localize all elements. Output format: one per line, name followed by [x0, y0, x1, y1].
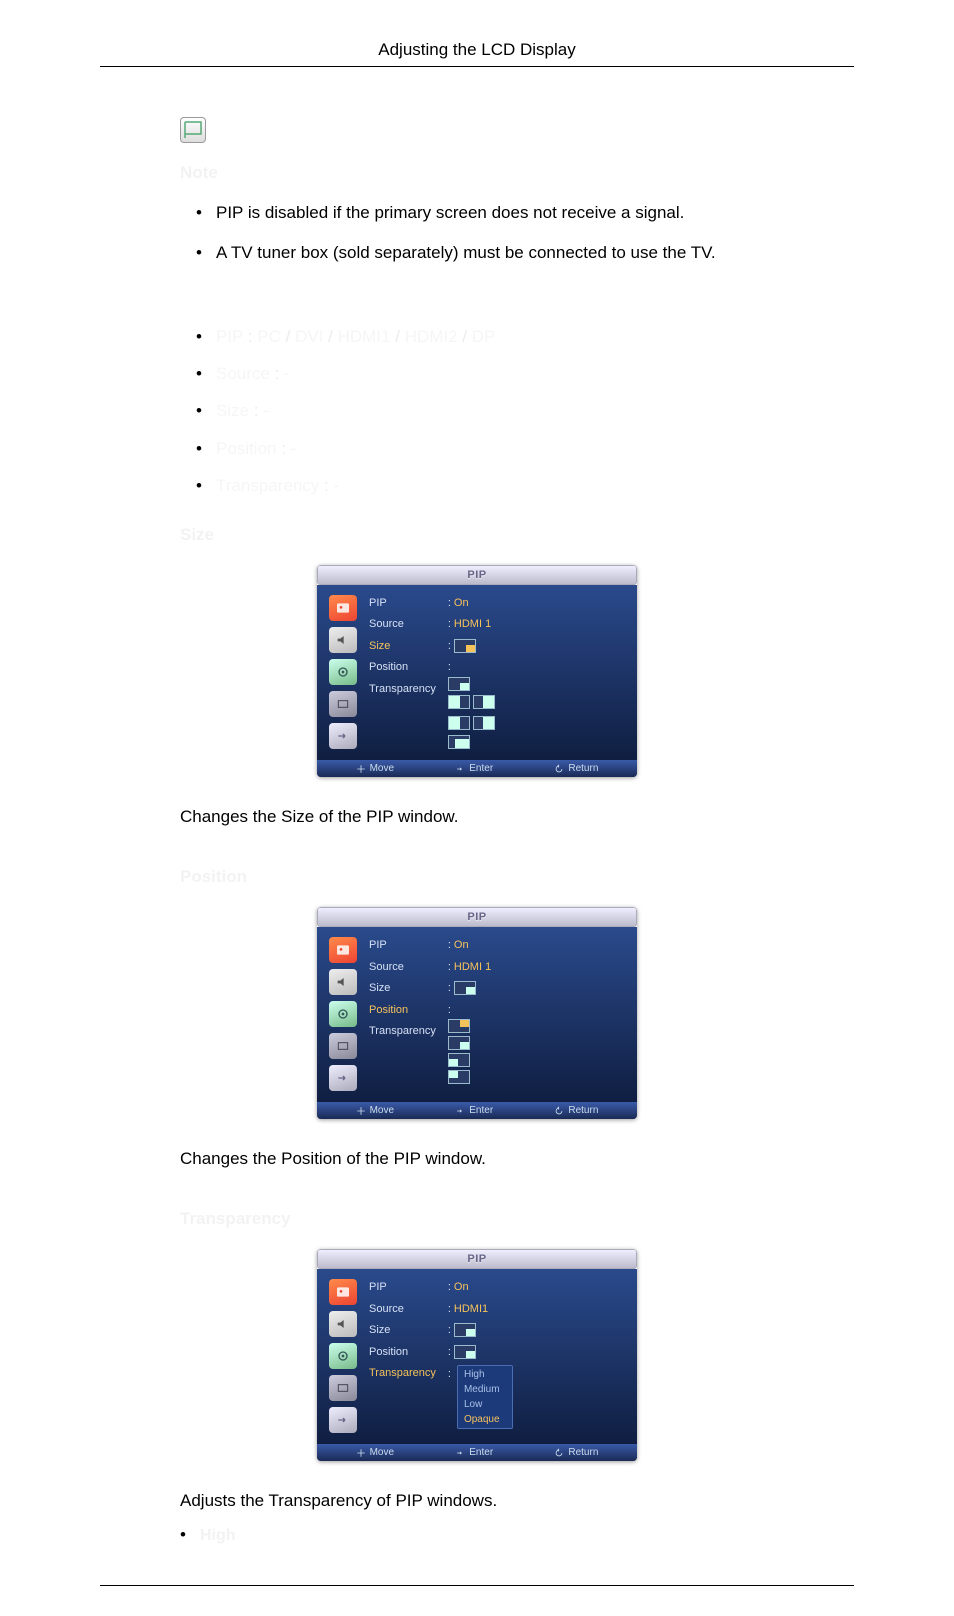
osd-sidebar [329, 595, 357, 750]
position-heading: Position [180, 867, 774, 887]
osd-value-source: :HDMI 1 [448, 616, 495, 634]
picture-icon [329, 937, 357, 963]
osd-sidebar [329, 937, 357, 1091]
note-list: PIP is disabled if the primary screen do… [180, 197, 774, 278]
osd-label-position: Position [369, 1002, 436, 1020]
move-hint: Move [356, 1105, 394, 1116]
note-heading: Note [180, 163, 774, 183]
size-desc: Changes the Size of the PIP window. [180, 807, 774, 827]
ghost-spec-list: PIP : PC / DVI / HDMI1 / HDMI2 / DP Sour… [180, 318, 774, 505]
osd-footer: Move Enter Return [317, 1102, 637, 1119]
note-item: PIP is disabled if the primary screen do… [196, 197, 774, 229]
enter-hint: Enter [455, 1447, 493, 1458]
osd-label-source: Source [369, 1301, 436, 1319]
transparency-option-list: High [180, 1525, 774, 1545]
move-hint: Move [356, 763, 394, 774]
settings-icon [329, 659, 357, 685]
sound-icon [329, 1311, 357, 1337]
osd-label-source: Source [369, 959, 436, 977]
transparency-heading: Transparency [180, 1209, 774, 1229]
osd-value-position: : [448, 1344, 513, 1362]
sound-icon [329, 969, 357, 995]
enter-hint: Enter [455, 1105, 493, 1116]
picture-icon [329, 595, 357, 621]
page-title: Adjusting the LCD Display [378, 40, 575, 59]
ghost-line: Position : - [180, 430, 774, 467]
settings-icon [329, 1343, 357, 1369]
osd-sidebar [329, 1279, 357, 1433]
osd-label-position: Position [369, 1344, 436, 1362]
multi-icon [329, 1033, 357, 1059]
osd-label-pip: PIP [369, 595, 436, 613]
input-icon [329, 1065, 357, 1091]
sound-icon [329, 627, 357, 653]
return-hint: Return [554, 1105, 598, 1116]
transparency-dropdown: High Medium Low Opaque [457, 1365, 513, 1429]
footer-rule [100, 1585, 854, 1586]
osd-panel-transparency: PIP PIP Source Size Position Transparenc [317, 1249, 637, 1461]
ghost-line: Source : - [180, 355, 774, 392]
multi-icon [329, 1375, 357, 1401]
osd-value-pip: :On [448, 937, 491, 955]
transparency-option: High [180, 1525, 774, 1545]
note-item: A TV tuner box (sold separately) must be… [196, 237, 774, 269]
osd-value-source: :HDMI1 [448, 1301, 513, 1319]
osd-footer: Move Enter Return [317, 760, 637, 777]
osd-value-size: : [448, 980, 491, 998]
multi-icon [329, 691, 357, 717]
note-icon [180, 117, 206, 143]
ghost-line: Size : - [180, 392, 774, 429]
note-block: Note PIP is disabled if the primary scre… [180, 117, 774, 278]
position-desc: Changes the Position of the PIP window. [180, 1149, 774, 1169]
return-hint: Return [554, 763, 598, 774]
osd-panel-size: PIP PIP Source Size Position Transparenc [317, 565, 637, 778]
osd-label-pip: PIP [369, 937, 436, 955]
osd-value-size: : [448, 1322, 513, 1340]
ghost-line: PIP : PC / DVI / HDMI1 / HDMI2 / DP [180, 318, 774, 355]
enter-hint: Enter [455, 763, 493, 774]
osd-label-pip: PIP [369, 1279, 436, 1297]
osd-title: PIP [317, 1249, 637, 1269]
page-header: Adjusting the LCD Display [100, 40, 854, 67]
size-heading: Size [180, 525, 774, 545]
osd-label-transparency: Transparency [369, 1023, 436, 1041]
osd-value-size: : [448, 638, 495, 656]
osd-label-size: Size [369, 1322, 436, 1340]
move-hint: Move [356, 1447, 394, 1458]
transparency-desc: Adjusts the Transparency of PIP windows. [180, 1491, 774, 1511]
return-hint: Return [554, 1447, 598, 1458]
picture-icon [329, 1279, 357, 1305]
osd-label-source: Source [369, 616, 436, 634]
ghost-line: Transparency : - [180, 467, 774, 504]
osd-value-pip: :On [448, 1279, 513, 1297]
osd-label-transparency: Transparency [369, 681, 436, 699]
osd-footer: Move Enter Return [317, 1444, 637, 1461]
osd-label-transparency: Transparency [369, 1365, 436, 1383]
osd-value-source: :HDMI 1 [448, 959, 491, 977]
osd-title: PIP [317, 907, 637, 927]
osd-title: PIP [317, 565, 637, 585]
osd-value-transparency: : High Medium Low Opaque [448, 1365, 513, 1429]
input-icon [329, 723, 357, 749]
input-icon [329, 1407, 357, 1433]
osd-label-position: Position [369, 659, 436, 677]
osd-label-size: Size [369, 638, 436, 656]
osd-label-size: Size [369, 980, 436, 998]
settings-icon [329, 1001, 357, 1027]
osd-value-pip: :On [448, 595, 495, 613]
osd-panel-position: PIP PIP Source Size Position Transparenc [317, 907, 637, 1119]
osd-value-position: : [448, 1002, 491, 1085]
osd-value-position: : [448, 659, 495, 749]
